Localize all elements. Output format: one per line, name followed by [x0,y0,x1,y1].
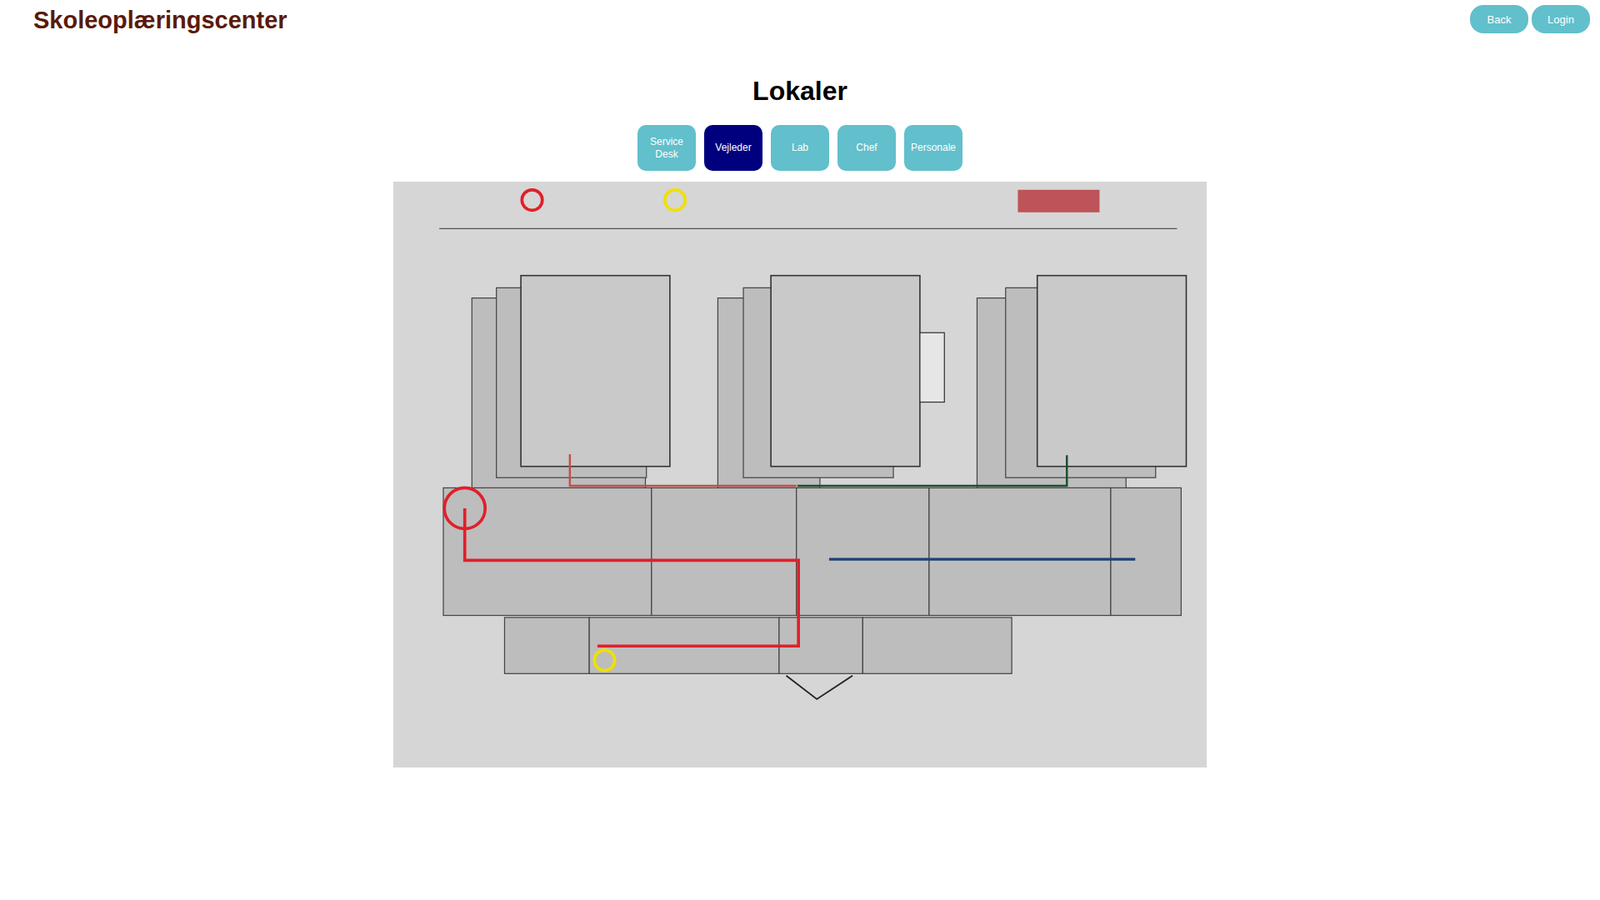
header: Skoleoplæringscenter BackLogin [0,0,1600,35]
tab[interactable]: Service Desk [637,125,696,171]
tab[interactable]: Personale [904,125,963,171]
header-buttons: BackLogin [1470,5,1590,34]
floor-map [393,181,1207,768]
page-heading: Lokaler [752,75,848,107]
page: Skoleoplæringscenter BackLogin Lokaler Serv… [0,0,1600,900]
tab[interactable]: Lab [770,125,830,171]
header-button[interactable]: Back [1470,5,1529,34]
tab[interactable]: Chef [837,125,896,171]
tab[interactable]: Vejleder [704,125,763,171]
header-button[interactable]: Login [1531,5,1590,34]
tab-row: Service DeskVejlederLabChefPersonale [637,125,963,171]
map-frame [393,181,1207,768]
site-title: Skoleoplæringscenter [33,6,288,35]
